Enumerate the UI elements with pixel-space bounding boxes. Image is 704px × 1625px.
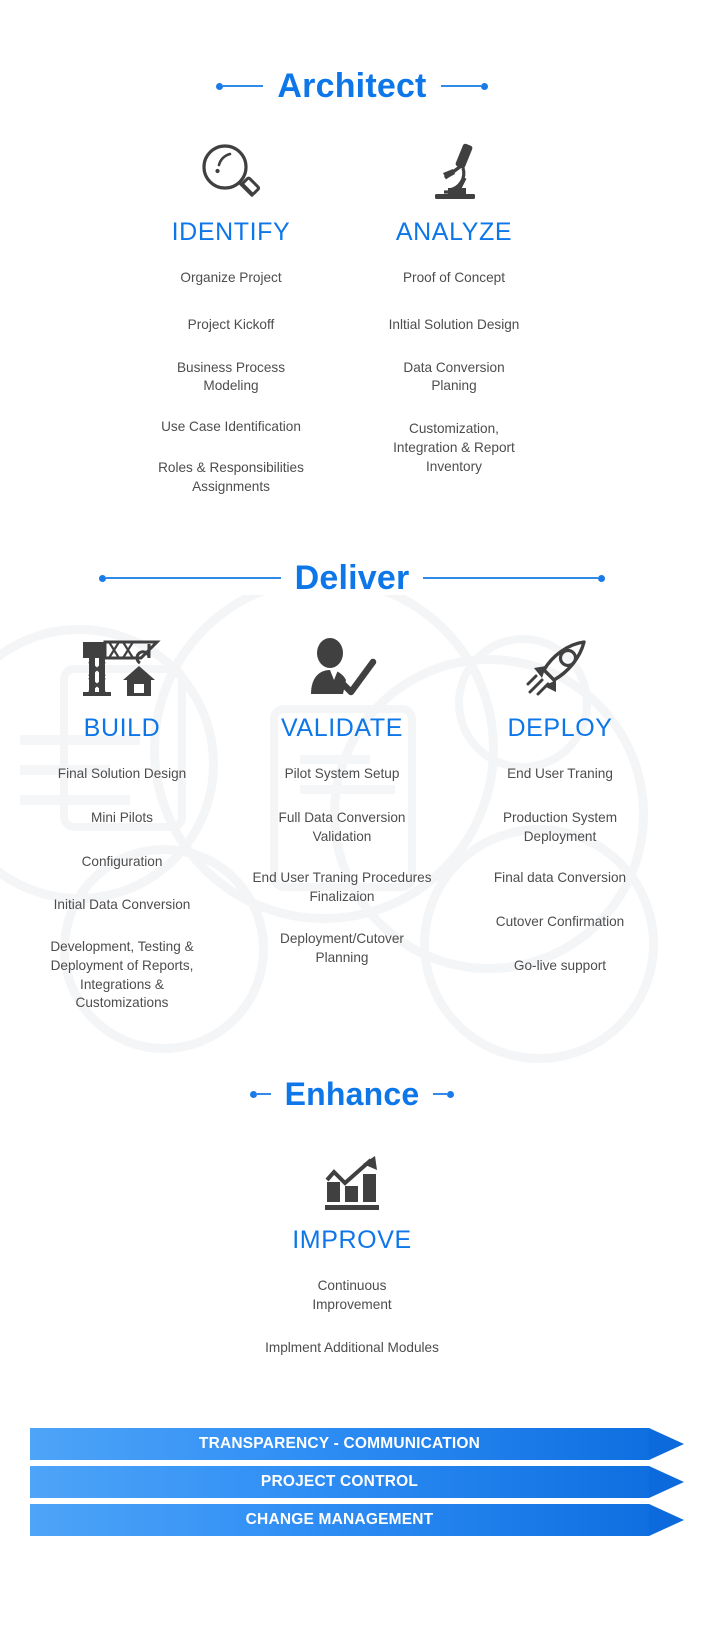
- list-item: Development, Testing & Deployment of Rep…: [50, 939, 194, 1011]
- section-header-deliver: Deliver: [0, 552, 704, 604]
- list-item: Inltial Solution Design: [388, 316, 520, 332]
- header-connector-left: [249, 1090, 271, 1098]
- list-item: Production System Deployment: [502, 809, 618, 844]
- methodology-diagram: Architect IDENTIFY Organize Project Proj…: [0, 0, 704, 1625]
- banner-arrow-tip: [649, 1504, 684, 1536]
- list-item: Business Process Modeling: [176, 359, 286, 394]
- bottom-banners: TRANSPARENCY - COMMUNICATION PROJECT CON…: [0, 1428, 704, 1542]
- column-items: Pilot System Setup Full Data Conversion …: [228, 765, 456, 967]
- section-header-architect: Architect: [0, 60, 704, 112]
- list-item: End User Traning Procedures Finalizaion: [252, 870, 432, 904]
- header-connector-right: [433, 1090, 455, 1098]
- section-title: Deliver: [294, 558, 410, 597]
- list-item: Continuous Improvement: [312, 1278, 392, 1312]
- list-item: Organize Project: [180, 270, 282, 285]
- list-item: Deployment/Cutover Planning: [280, 930, 404, 965]
- column-analyze: ANALYZE Proof of Concept Inltial Solutio…: [339, 140, 569, 476]
- banner-project-control[interactable]: PROJECT CONTROL: [0, 1466, 704, 1498]
- crane-house-icon: [8, 636, 236, 698]
- list-item: Initial Data Conversion: [53, 897, 191, 913]
- person-checkmark-icon: [228, 636, 456, 698]
- column-items: Final Solution Design Mini Pilots Config…: [8, 765, 236, 1013]
- banner-transparency-communication[interactable]: TRANSPARENCY - COMMUNICATION: [0, 1428, 704, 1460]
- microscope-icon: [339, 140, 569, 202]
- column-items: Continuous Improvement Implment Addition…: [224, 1277, 480, 1357]
- list-item: Final Solution Design: [57, 766, 187, 781]
- column-validate: VALIDATE Pilot System Setup Full Data Co…: [228, 636, 456, 967]
- section-title: Architect: [277, 66, 427, 105]
- column-build: BUILD Final Solution Design Mini Pilots …: [8, 636, 236, 1013]
- list-item: Go-live support: [513, 957, 607, 973]
- header-connector-left: [98, 574, 281, 582]
- column-title: IDENTIFY: [171, 218, 291, 246]
- list-item: Project Kickoff: [187, 316, 275, 332]
- list-item: Data Conversion Planing: [403, 359, 505, 394]
- header-connector-right: [423, 574, 606, 582]
- list-item: Proof of Concept: [402, 270, 505, 285]
- column-identify: IDENTIFY Organize Project Project Kickof…: [116, 140, 346, 496]
- banner-label: PROJECT CONTROL: [260, 1473, 419, 1490]
- growth-chart-icon: [224, 1152, 480, 1210]
- list-item: Configuration: [81, 853, 163, 869]
- section-title: Enhance: [284, 1075, 420, 1112]
- magnifier-icon: [116, 140, 346, 202]
- banner-arrow-tip: [649, 1428, 684, 1460]
- column-improve: IMPROVE Continuous Improvement Implment …: [224, 1152, 480, 1357]
- column-title: IMPROVE: [292, 1226, 412, 1254]
- section-header-enhance: Enhance: [0, 1068, 704, 1120]
- banner-label: TRANSPARENCY - COMMUNICATION: [198, 1435, 481, 1452]
- column-title: DEPLOY: [507, 714, 613, 742]
- banner-arrow-tip: [649, 1466, 684, 1498]
- list-item: Full Data Conversion Validation: [278, 809, 406, 844]
- column-title: BUILD: [83, 714, 161, 742]
- header-connector-left: [216, 82, 264, 90]
- list-item: Customization, Integration & Report Inve…: [393, 421, 515, 474]
- list-item: Mini Pilots: [91, 809, 153, 825]
- header-connector-right: [440, 82, 488, 90]
- rocket-icon: [446, 636, 674, 698]
- column-title: ANALYZE: [395, 218, 513, 246]
- column-deploy: DEPLOY End User Traning Production Syste…: [446, 636, 674, 976]
- banner-change-management[interactable]: CHANGE MANAGEMENT: [0, 1504, 704, 1536]
- column-title: VALIDATE: [281, 714, 403, 742]
- list-item: Roles & Responsibilities Assignments: [158, 459, 304, 494]
- list-item: Use Case Identification: [161, 419, 301, 434]
- column-items: Organize Project Project Kickoff Busines…: [116, 269, 346, 496]
- list-item: Final data Conversion: [493, 870, 627, 886]
- list-item: Implment Additional Modules: [265, 1339, 439, 1355]
- list-item: Cutover Confirmation: [495, 914, 625, 929]
- column-items: Proof of Concept Inltial Solution Design…: [339, 269, 569, 476]
- banner-label: CHANGE MANAGEMENT: [245, 1511, 434, 1528]
- list-item: Pilot System Setup: [284, 766, 400, 781]
- list-item: End User Traning: [507, 766, 613, 781]
- column-items: End User Traning Production System Deplo…: [446, 765, 674, 976]
